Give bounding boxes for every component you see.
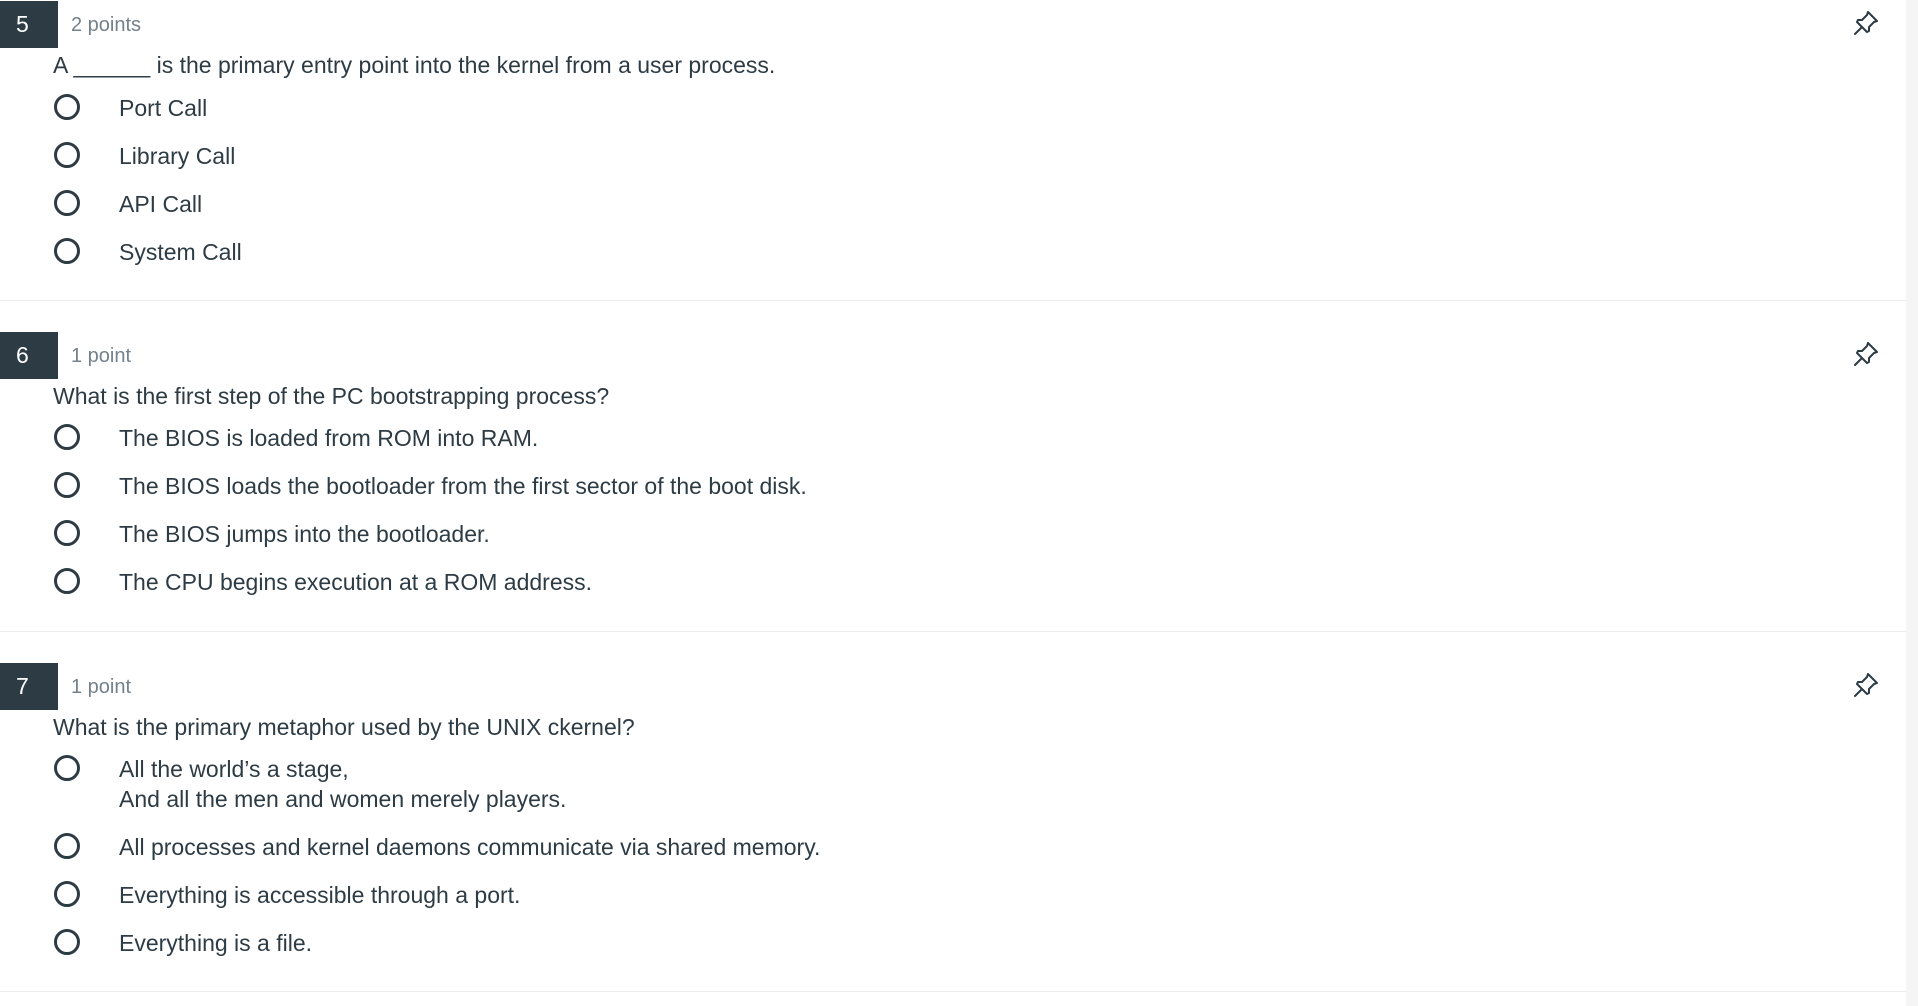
answer-option[interactable]: Library Call: [53, 138, 953, 178]
answer-option[interactable]: All the world’s a stage, And all the men…: [53, 751, 953, 815]
answer-option[interactable]: Everything is accessible through a port.: [53, 877, 953, 917]
radio-button[interactable]: [54, 190, 80, 216]
question-5: 5 2 points A ______ is the primary entry…: [0, 0, 1906, 299]
radio-button[interactable]: [54, 929, 80, 955]
radio-button[interactable]: [54, 568, 80, 594]
answer-option[interactable]: API Call: [53, 186, 953, 226]
pin-icon: [1854, 11, 1878, 35]
flag-question-button[interactable]: [1852, 9, 1880, 37]
question-text: What is the first step of the PC bootstr…: [53, 383, 610, 409]
question-points: 2 points: [71, 14, 142, 36]
question-7: 7 1 point What is the primary metaphor u…: [0, 662, 1906, 990]
question-text: A ______ is the primary entry point into…: [53, 52, 776, 78]
question-number: 5: [0, 1, 58, 48]
answer-label-line-2: And all the men and women merely players…: [119, 786, 567, 812]
answer-option[interactable]: System Call: [53, 234, 953, 274]
answer-label: The CPU begins execution at a ROM addres…: [119, 569, 593, 595]
answer-label: All the world’s a stage, And all the men…: [119, 754, 566, 814]
answer-label: Port Call: [119, 95, 208, 121]
answer-label: Library Call: [119, 143, 236, 169]
pin-icon: [1854, 342, 1878, 366]
question-number: 6: [0, 332, 58, 379]
radio-button[interactable]: [54, 881, 80, 907]
answer-label: Everything is accessible through a port.: [119, 882, 521, 908]
answer-label: All processes and kernel daemons communi…: [119, 834, 821, 860]
answer-label: Everything is a file.: [119, 930, 313, 956]
quiz-page: 5 2 points A ______ is the primary entry…: [0, 0, 1918, 1006]
answer-option[interactable]: Port Call: [53, 90, 953, 130]
divider: [0, 631, 1906, 632]
flag-question-button[interactable]: [1852, 671, 1880, 699]
question-number: 7: [0, 663, 58, 710]
answer-label: The BIOS is loaded from ROM into RAM.: [119, 425, 539, 451]
flag-question-button[interactable]: [1852, 340, 1880, 368]
question-points: 1 point: [71, 676, 132, 698]
answer-option[interactable]: Everything is a file.: [53, 925, 953, 965]
radio-button[interactable]: [54, 142, 80, 168]
answer-label: System Call: [119, 239, 242, 265]
scrollbar-track[interactable]: [1906, 0, 1918, 1006]
radio-button[interactable]: [54, 833, 80, 859]
question-text: What is the primary metaphor used by the…: [53, 714, 635, 740]
answer-label: API Call: [119, 191, 203, 217]
answer-option[interactable]: All processes and kernel daemons communi…: [53, 829, 953, 869]
radio-button[interactable]: [54, 238, 80, 264]
radio-button[interactable]: [54, 94, 80, 120]
question-6: 6 1 point What is the first step of the …: [0, 331, 1906, 630]
answer-option[interactable]: The BIOS loads the bootloader from the f…: [53, 468, 953, 508]
radio-button[interactable]: [54, 755, 80, 781]
answer-option[interactable]: The BIOS jumps into the bootloader.: [53, 516, 953, 556]
divider: [0, 300, 1906, 301]
radio-button[interactable]: [54, 424, 80, 450]
answer-label: The BIOS loads the bootloader from the f…: [119, 473, 807, 499]
answer-option[interactable]: The CPU begins execution at a ROM addres…: [53, 564, 953, 604]
answer-option[interactable]: The BIOS is loaded from ROM into RAM.: [53, 420, 953, 460]
radio-button[interactable]: [54, 520, 80, 546]
divider: [0, 991, 1906, 992]
answer-label: The BIOS jumps into the bootloader.: [119, 521, 490, 547]
answer-label-line-1: All the world’s a stage,: [119, 756, 349, 782]
radio-button[interactable]: [54, 472, 80, 498]
question-points: 1 point: [71, 345, 132, 367]
pin-icon: [1854, 673, 1878, 697]
